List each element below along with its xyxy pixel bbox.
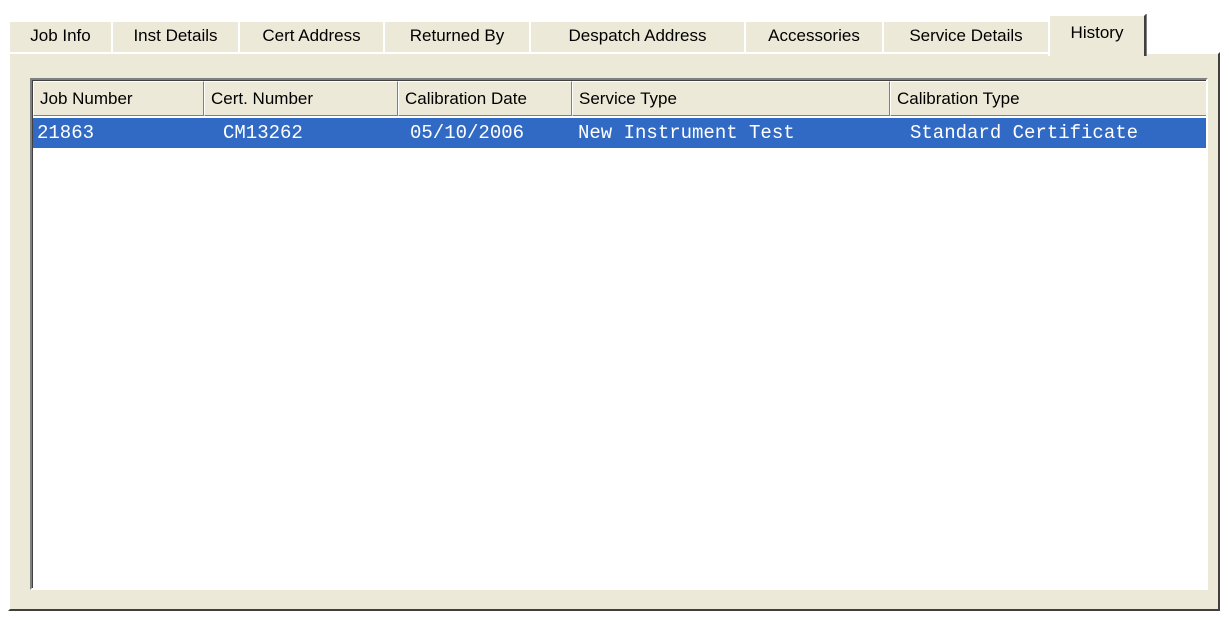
tab-service-details[interactable]: Service Details: [882, 20, 1050, 52]
history-list-header: Job Number Cert. Number Calibration Date…: [33, 81, 1206, 116]
cell-calibration-date: 05/10/2006: [410, 122, 525, 144]
history-list-frame: Job Number Cert. Number Calibration Date…: [32, 80, 1206, 588]
column-header-calibration-type[interactable]: Calibration Type: [890, 81, 1206, 116]
tab-strip: Job Info Inst Details Cert Address Retur…: [8, 12, 1220, 56]
cell-cert-number: CM13262: [223, 122, 303, 144]
history-row-selected[interactable]: 21863 CM13262 05/10/2006 New Instrument …: [33, 118, 1206, 148]
tab-despatch-address[interactable]: Despatch Address: [529, 20, 746, 52]
tab-inst-details[interactable]: Inst Details: [111, 20, 240, 52]
column-header-job-number[interactable]: Job Number: [33, 81, 204, 116]
cell-service-type: New Instrument Test: [578, 122, 795, 144]
column-header-calibration-date[interactable]: Calibration Date: [398, 81, 572, 116]
tab-accessories[interactable]: Accessories: [744, 20, 884, 52]
column-header-cert-number[interactable]: Cert. Number: [204, 81, 398, 116]
tab-returned-by[interactable]: Returned By: [383, 20, 531, 52]
cell-job-number: 21863: [37, 122, 95, 144]
tab-job-info[interactable]: Job Info: [8, 20, 113, 52]
history-tab-panel: Job Number Cert. Number Calibration Date…: [8, 52, 1220, 611]
tab-history[interactable]: History: [1048, 14, 1146, 56]
cell-calibration-type: Standard Certificate: [910, 122, 1139, 144]
history-list[interactable]: Job Number Cert. Number Calibration Date…: [30, 78, 1208, 590]
window-root: Job Info Inst Details Cert Address Retur…: [0, 0, 1229, 621]
column-header-service-type[interactable]: Service Type: [572, 81, 890, 116]
tab-cert-address[interactable]: Cert Address: [238, 20, 385, 52]
